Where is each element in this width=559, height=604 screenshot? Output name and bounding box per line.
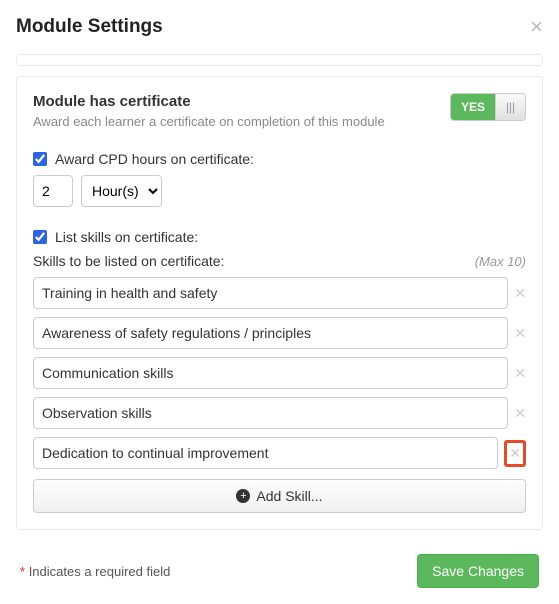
certificate-panel: Module has certificate Award each learne… [16, 76, 543, 530]
skill-input[interactable] [33, 277, 508, 309]
add-skill-button[interactable]: + Add Skill... [33, 479, 526, 513]
asterisk-icon: * [20, 564, 25, 579]
cpd-unit-select[interactable]: Hour(s) [81, 175, 162, 207]
certificate-toggle[interactable]: YES ||| [450, 93, 526, 121]
close-icon[interactable]: × [530, 16, 543, 38]
plus-icon: + [236, 489, 250, 503]
skills-list-label: Skills to be listed on certificate: [33, 253, 224, 269]
skill-input[interactable] [33, 317, 508, 349]
panel-placeholder [16, 54, 543, 66]
modal-title: Module Settings [16, 16, 163, 38]
skills-max-note: (Max 10) [475, 254, 526, 269]
toggle-on-label: YES [451, 94, 495, 120]
remove-skill-icon[interactable]: ✕ [514, 405, 526, 421]
skill-row: ✕ [33, 357, 526, 389]
list-skills-label: List skills on certificate: [55, 229, 198, 245]
required-footnote: * Indicates a required field [20, 564, 170, 579]
remove-skill-icon[interactable]: ✕ [514, 285, 526, 301]
remove-skill-icon[interactable]: ✕ [514, 325, 526, 341]
list-skills-checkbox[interactable] [33, 230, 47, 244]
skill-row: ✕ [33, 437, 526, 469]
toggle-knob-icon: ||| [495, 94, 525, 120]
award-cpd-label: Award CPD hours on certificate: [55, 151, 254, 167]
remove-skill-icon[interactable]: ✕ [509, 445, 521, 461]
certificate-subtext: Award each learner a certificate on comp… [33, 114, 385, 129]
remove-skill-icon[interactable]: ✕ [514, 365, 526, 381]
add-skill-label: Add Skill... [256, 488, 322, 504]
required-text: Indicates a required field [29, 564, 171, 579]
certificate-heading: Module has certificate [33, 93, 385, 110]
skill-input[interactable] [33, 357, 508, 389]
skill-input[interactable] [33, 397, 508, 429]
skill-row: ✕ [33, 277, 526, 309]
award-cpd-checkbox[interactable] [33, 152, 47, 166]
cpd-hours-input[interactable] [33, 175, 73, 207]
skill-row: ✕ [33, 397, 526, 429]
skill-input[interactable] [33, 437, 498, 469]
skill-row: ✕ [33, 317, 526, 349]
save-changes-button[interactable]: Save Changes [417, 554, 539, 588]
